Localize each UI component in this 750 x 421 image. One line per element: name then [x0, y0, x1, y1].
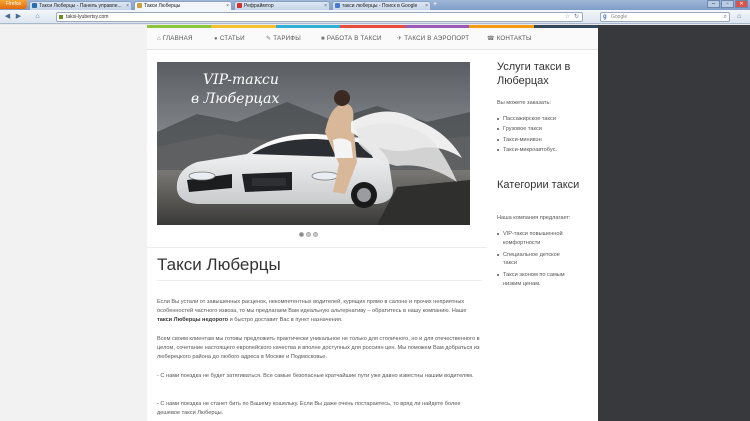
page-left-background [0, 25, 147, 421]
article-paragraph-4: - С нами поездка не станет бить по Вашем… [157, 400, 482, 418]
categories-widget-title: Категории такси [497, 179, 580, 191]
tab-label: Такси Люберцы [144, 3, 181, 9]
close-tab-icon[interactable]: × [324, 2, 327, 10]
menu-item-articles[interactable]: ● СТАТЬИ [214, 34, 245, 44]
tab-google-search[interactable]: такси люберцы - Поиск в Google × [332, 1, 431, 10]
close-tab-icon[interactable]: × [126, 2, 129, 10]
paragraph-text: - С нами поездка не будет затягиваться. … [157, 373, 474, 379]
browser-nav-bar: ◀ ▶ ⌂ taksi-lyubertsy.com ☆ ↻ g Google ⌕… [0, 10, 750, 24]
article-paragraph-3: - С нами поездка не будет затягиваться. … [157, 372, 482, 381]
briefcase-icon: ■ [321, 36, 325, 42]
back-button[interactable]: ◀ [3, 13, 12, 21]
paragraph-text: Всем своим клиентам мы готовы предложить… [157, 336, 480, 360]
page-title: Такси Люберцы [157, 255, 281, 274]
menu-label: ТАРИФЫ [273, 35, 301, 42]
menu-item-home[interactable]: ⌂ ГЛАВНАЯ [157, 34, 193, 44]
menu-label: СТАТЬИ [219, 35, 245, 42]
google-favicon-icon [335, 3, 340, 8]
services-list: Пассажирское такси Грузовое такси Такси-… [497, 114, 597, 155]
title-divider [157, 280, 482, 281]
list-item-line: низким ценам. [503, 280, 541, 287]
slider-dot-2[interactable] [306, 232, 311, 237]
google-icon[interactable]: g [603, 13, 607, 21]
paragraph-bold-text: такси Люберцы недорого [157, 316, 229, 323]
menu-item-contacts[interactable]: ☎ КОНТАКТЫ [487, 34, 532, 44]
list-item-line: VIP-такси повышенной [503, 231, 563, 237]
paragraph-text: и быстро доставит Вас в пункт назначения… [228, 316, 343, 323]
tab-label: Рефраймтор [244, 3, 274, 9]
list-item-line: комфортности [503, 239, 541, 246]
article-paragraph-2: Всем своим клиентам мы готовы предложить… [157, 335, 482, 361]
tab-label: Такси Люберцы - Панель управле... [39, 3, 122, 9]
slider-pagination [299, 232, 318, 237]
menu-label: РАБОТА В ТАКСИ [326, 35, 382, 42]
close-tab-icon[interactable]: × [226, 2, 229, 10]
bookmark-star-icon[interactable]: ☆ [565, 13, 570, 21]
sidebar: Услуги такси в Люберцах Вы можете заказа… [487, 50, 598, 421]
menu-label: КОНТАКТЫ [496, 35, 532, 42]
slide-caption-line2: в Люберцах [191, 91, 280, 107]
list-item[interactable]: Пассажирское такси [497, 114, 597, 124]
window-controls: – ▫ ✕ [707, 0, 748, 9]
tab-admin-panel[interactable]: Такси Люберцы - Панель управле... × [29, 1, 132, 10]
menu-item-tariffs[interactable]: ✎ ТАРИФЫ [266, 34, 301, 44]
slider-dot-3[interactable] [313, 232, 318, 237]
categories-list: VIP-такси повышенной комфортности Специал… [497, 230, 597, 289]
info-icon: ● [214, 36, 218, 42]
paragraph-text: - С нами поездка не станет бить по Вашем… [157, 401, 461, 416]
tab-taxi-lyubertsy[interactable]: Такси Люберцы × [134, 1, 232, 10]
tab-label: такси люберцы - Поиск в Google [342, 3, 418, 9]
search-icon[interactable]: ⌕ [724, 13, 727, 21]
tab-refraimtor[interactable]: Рефраймтор × [234, 1, 330, 10]
site-identity-icon[interactable] [59, 15, 63, 19]
paragraph-text: Если Вы устали от завышенных расценок, н… [157, 299, 467, 314]
home-button[interactable]: ⌂ [33, 13, 42, 21]
list-item-line: Такси эконом по самым [503, 272, 565, 279]
close-tab-icon[interactable]: × [425, 2, 428, 10]
services-subtitle: Вы можете заказать: [497, 100, 551, 106]
site-main: ⌂ ГЛАВНАЯ ● СТАТЬИ ✎ ТАРИФЫ ■ РАБОТА В ТАКСИ… [147, 28, 598, 421]
list-item[interactable]: Грузовое такси [497, 124, 597, 134]
categories-subtitle: Наша компания предлагает: [497, 215, 571, 221]
slide-caption-line1: VIP-такси [203, 72, 279, 88]
maximize-button[interactable]: ▫ [721, 0, 734, 8]
list-item[interactable]: Такси-минивэн [497, 135, 597, 145]
firefox-menu-button[interactable]: Firefox [0, 0, 27, 9]
menu-item-airport[interactable]: ✈ ТАКСИ В АЭРОПОРТ [397, 34, 469, 44]
home-page-icon[interactable]: ⌂ [737, 13, 741, 20]
menu-label: ГЛАВНАЯ [162, 35, 193, 42]
article-paragraph-1: Если Вы устали от завышенных расценок, н… [157, 298, 482, 324]
list-item-line: Специальное детское [503, 251, 560, 258]
site-favicon-icon [137, 3, 142, 8]
hero-slider[interactable]: VIP-такси в Люберцах [157, 62, 470, 225]
search-bar[interactable]: g Google ⌕ [600, 12, 730, 22]
browser-tab-bar: Firefox Такси Люберцы - Панель управле..… [0, 0, 750, 10]
forward-button[interactable]: ▶ [14, 13, 23, 21]
url-text[interactable]: taksi-lyubertsy.com [66, 14, 108, 20]
home-icon: ⌂ [157, 36, 161, 42]
list-item-line: такси [503, 260, 518, 267]
services-widget-title: Услуги такси в Люберцах [497, 61, 571, 87]
site-favicon-icon [237, 3, 242, 8]
menu-item-jobs[interactable]: ■ РАБОТА В ТАКСИ [321, 34, 382, 44]
search-input[interactable]: Google [611, 14, 627, 20]
page-right-background [598, 25, 750, 421]
main-menu: ⌂ ГЛАВНАЯ ● СТАТЬИ ✎ ТАРИФЫ ■ РАБОТА В ТАКСИ… [147, 28, 598, 50]
new-tab-button[interactable]: + [433, 1, 437, 9]
close-window-button[interactable]: ✕ [735, 0, 748, 8]
reload-icon[interactable]: ↻ [574, 13, 579, 21]
hero-image: VIP-такси в Люберцах [157, 62, 470, 225]
list-item[interactable]: Специальное детское такси [497, 251, 597, 269]
list-item[interactable]: Такси-микроавтобус. [497, 145, 597, 155]
slider-dot-1[interactable] [299, 232, 304, 237]
list-item[interactable]: Такси эконом по самым низким ценам. [497, 271, 597, 289]
minimize-button[interactable]: – [707, 0, 720, 8]
pencil-icon: ✎ [266, 36, 272, 42]
phone-icon: ☎ [487, 36, 495, 42]
wordpress-favicon-icon [32, 3, 37, 8]
plane-icon: ✈ [397, 36, 403, 42]
list-item[interactable]: VIP-такси повышенной комфортности [497, 230, 597, 248]
address-bar[interactable]: taksi-lyubertsy.com ☆ ↻ [56, 12, 583, 22]
menu-label: ТАКСИ В АЭРОПОРТ [404, 35, 470, 42]
